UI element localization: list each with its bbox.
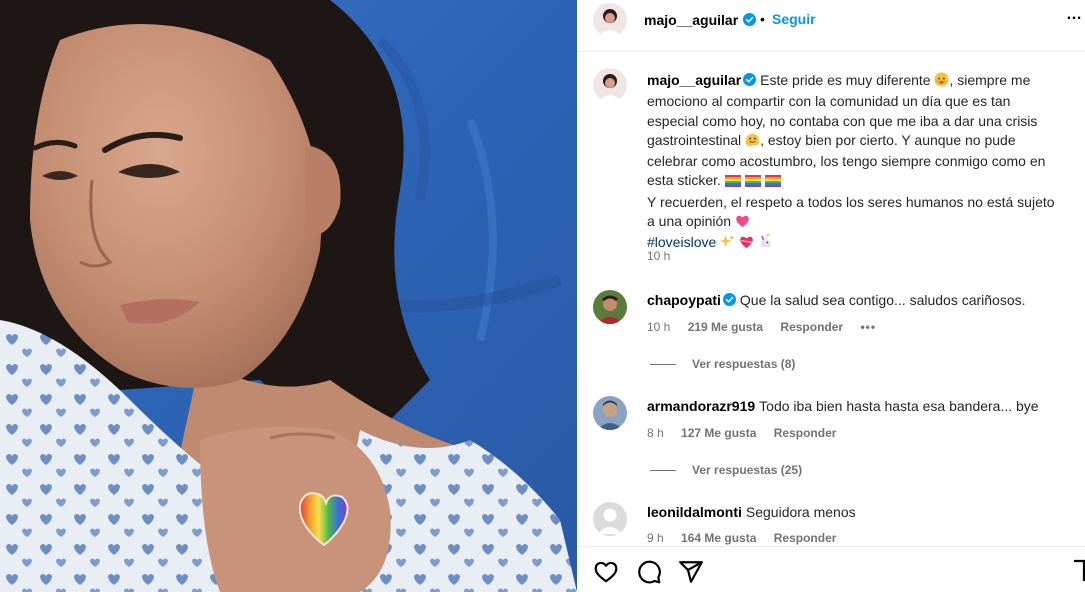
more-options-icon[interactable]: … bbox=[1066, 6, 1083, 24]
sick-face-emoji-icon bbox=[934, 72, 949, 92]
caption-line-9: #loveislove bbox=[647, 233, 1077, 254]
pink-heart-emoji-icon bbox=[735, 214, 750, 233]
view-replies-label: Ver respuestas (8) bbox=[692, 357, 796, 371]
post-image bbox=[0, 0, 577, 592]
rainbow-flag-emoji-icon bbox=[764, 173, 781, 192]
post-header: majo__aguilar • Seguir … bbox=[577, 0, 1085, 52]
comment-icon[interactable] bbox=[636, 559, 662, 585]
comment-likes[interactable]: 219 Me gusta bbox=[688, 320, 763, 334]
comment-avatar[interactable] bbox=[593, 396, 627, 430]
header-separator: • bbox=[760, 11, 765, 27]
comment-meta: 8 h 127 Me gusta Responder bbox=[647, 426, 850, 440]
heart-with-ribbon-emoji-icon bbox=[739, 235, 754, 254]
replies-divider bbox=[650, 470, 676, 472]
caption-text: majo__aguilar Este pride es muy diferente… bbox=[647, 71, 1077, 255]
caption-line-5: celebrar como acostumbro, los tengo siem… bbox=[647, 153, 1046, 170]
comment-time: 10 h bbox=[647, 320, 671, 334]
caption-avatar[interactable] bbox=[593, 68, 627, 102]
caption-segment: gastrointestinal bbox=[647, 131, 742, 148]
comment-text: armandorazr919 Todo iba bien hasta hasta … bbox=[647, 398, 1039, 414]
comment-avatar[interactable] bbox=[593, 290, 627, 324]
caption-timestamp: 10 h bbox=[647, 249, 671, 263]
comment-username[interactable]: armandorazr919 bbox=[647, 398, 755, 414]
unicorn-emoji-icon bbox=[758, 233, 773, 254]
comment-username[interactable]: chapoypati bbox=[647, 292, 721, 308]
view-replies-button[interactable]: Ver respuestas (8) bbox=[650, 357, 795, 371]
comment-body: Seguidora menos bbox=[745, 504, 856, 520]
comment-reply-button[interactable]: Responder bbox=[774, 426, 837, 440]
caption-line-4: gastrointestinal , estoy bien por cierto… bbox=[647, 131, 1077, 152]
comment-reply-button[interactable]: Responder bbox=[780, 320, 843, 334]
comment-likes[interactable]: 127 Me gusta bbox=[681, 426, 756, 440]
hashtag-link[interactable]: #loveislove bbox=[647, 234, 716, 250]
melting-face-emoji-icon bbox=[745, 132, 760, 152]
paper-plane-icon[interactable] bbox=[678, 559, 704, 585]
verified-badge-icon bbox=[743, 73, 757, 86]
caption-segment: Este pride es muy diferente bbox=[760, 72, 931, 88]
caption-line-6: esta sticker. bbox=[647, 171, 1077, 192]
rainbow-flag-emoji-icon bbox=[724, 173, 741, 192]
sparkles-emoji-icon bbox=[720, 234, 735, 254]
comment-body: Todo iba bien hasta hasta esa bandera...… bbox=[759, 398, 1039, 414]
comment-text: chapoypati Que la salud sea contigo... sa… bbox=[647, 292, 1026, 308]
comment-reply-button[interactable]: Responder bbox=[774, 531, 837, 545]
verified-badge-icon bbox=[743, 13, 756, 26]
bookmark-icon[interactable] bbox=[1073, 559, 1085, 583]
verified-badge-icon bbox=[722, 293, 736, 306]
caption-segment: esta sticker. bbox=[647, 172, 721, 189]
caption-segment: , estoy bien por cierto. Y aunque no pud… bbox=[760, 131, 1016, 148]
action-bar bbox=[577, 546, 1085, 592]
comment-meta: 9 h 164 Me gusta Responder bbox=[647, 531, 850, 545]
view-replies-button[interactable]: Ver respuestas (25) bbox=[650, 463, 802, 477]
caption-line-2: emociono al compartir con la comunidad u… bbox=[647, 93, 1011, 110]
rainbow-flag-emoji-icon bbox=[744, 173, 761, 192]
comment-time: 8 h bbox=[647, 426, 664, 440]
caption-line-8: a una opinión bbox=[647, 212, 1077, 233]
caption-line-3: especial como hoy, no contaba con que me… bbox=[647, 112, 1038, 129]
caption-segment: a una opinión bbox=[647, 213, 732, 230]
comment-username[interactable]: leonildalmonti bbox=[647, 504, 742, 520]
author-username[interactable]: majo__aguilar bbox=[644, 12, 738, 28]
comment-body: Que la salud sea contigo... saludos cari… bbox=[739, 292, 1026, 308]
comment-avatar[interactable] bbox=[593, 502, 627, 536]
caption-line-1: majo__aguilar Este pride es muy diferente… bbox=[647, 71, 1077, 92]
post-photo[interactable] bbox=[0, 0, 577, 592]
caption-username[interactable]: majo__aguilar bbox=[647, 72, 741, 88]
comment-text: leonildalmonti Seguidora menos bbox=[647, 504, 856, 520]
caption-segment: , siempre me bbox=[949, 72, 1031, 88]
follow-button[interactable]: Seguir bbox=[772, 11, 816, 27]
heart-icon[interactable] bbox=[593, 559, 619, 585]
author-avatar[interactable] bbox=[593, 3, 627, 37]
comment-time: 9 h bbox=[647, 531, 664, 545]
post-panel: majo__aguilar • Seguir … majo__aguilar Es… bbox=[577, 0, 1085, 592]
view-replies-label: Ver respuestas (25) bbox=[692, 463, 803, 477]
comment-meta: 10 h 219 Me gusta Responder ••• bbox=[647, 320, 890, 334]
replies-divider bbox=[650, 364, 676, 366]
comment-more-options-icon[interactable]: ••• bbox=[860, 320, 876, 334]
caption-line-7: Y recuerden, el respeto a todos los sere… bbox=[647, 193, 1055, 210]
comment-likes[interactable]: 164 Me gusta bbox=[681, 531, 756, 545]
